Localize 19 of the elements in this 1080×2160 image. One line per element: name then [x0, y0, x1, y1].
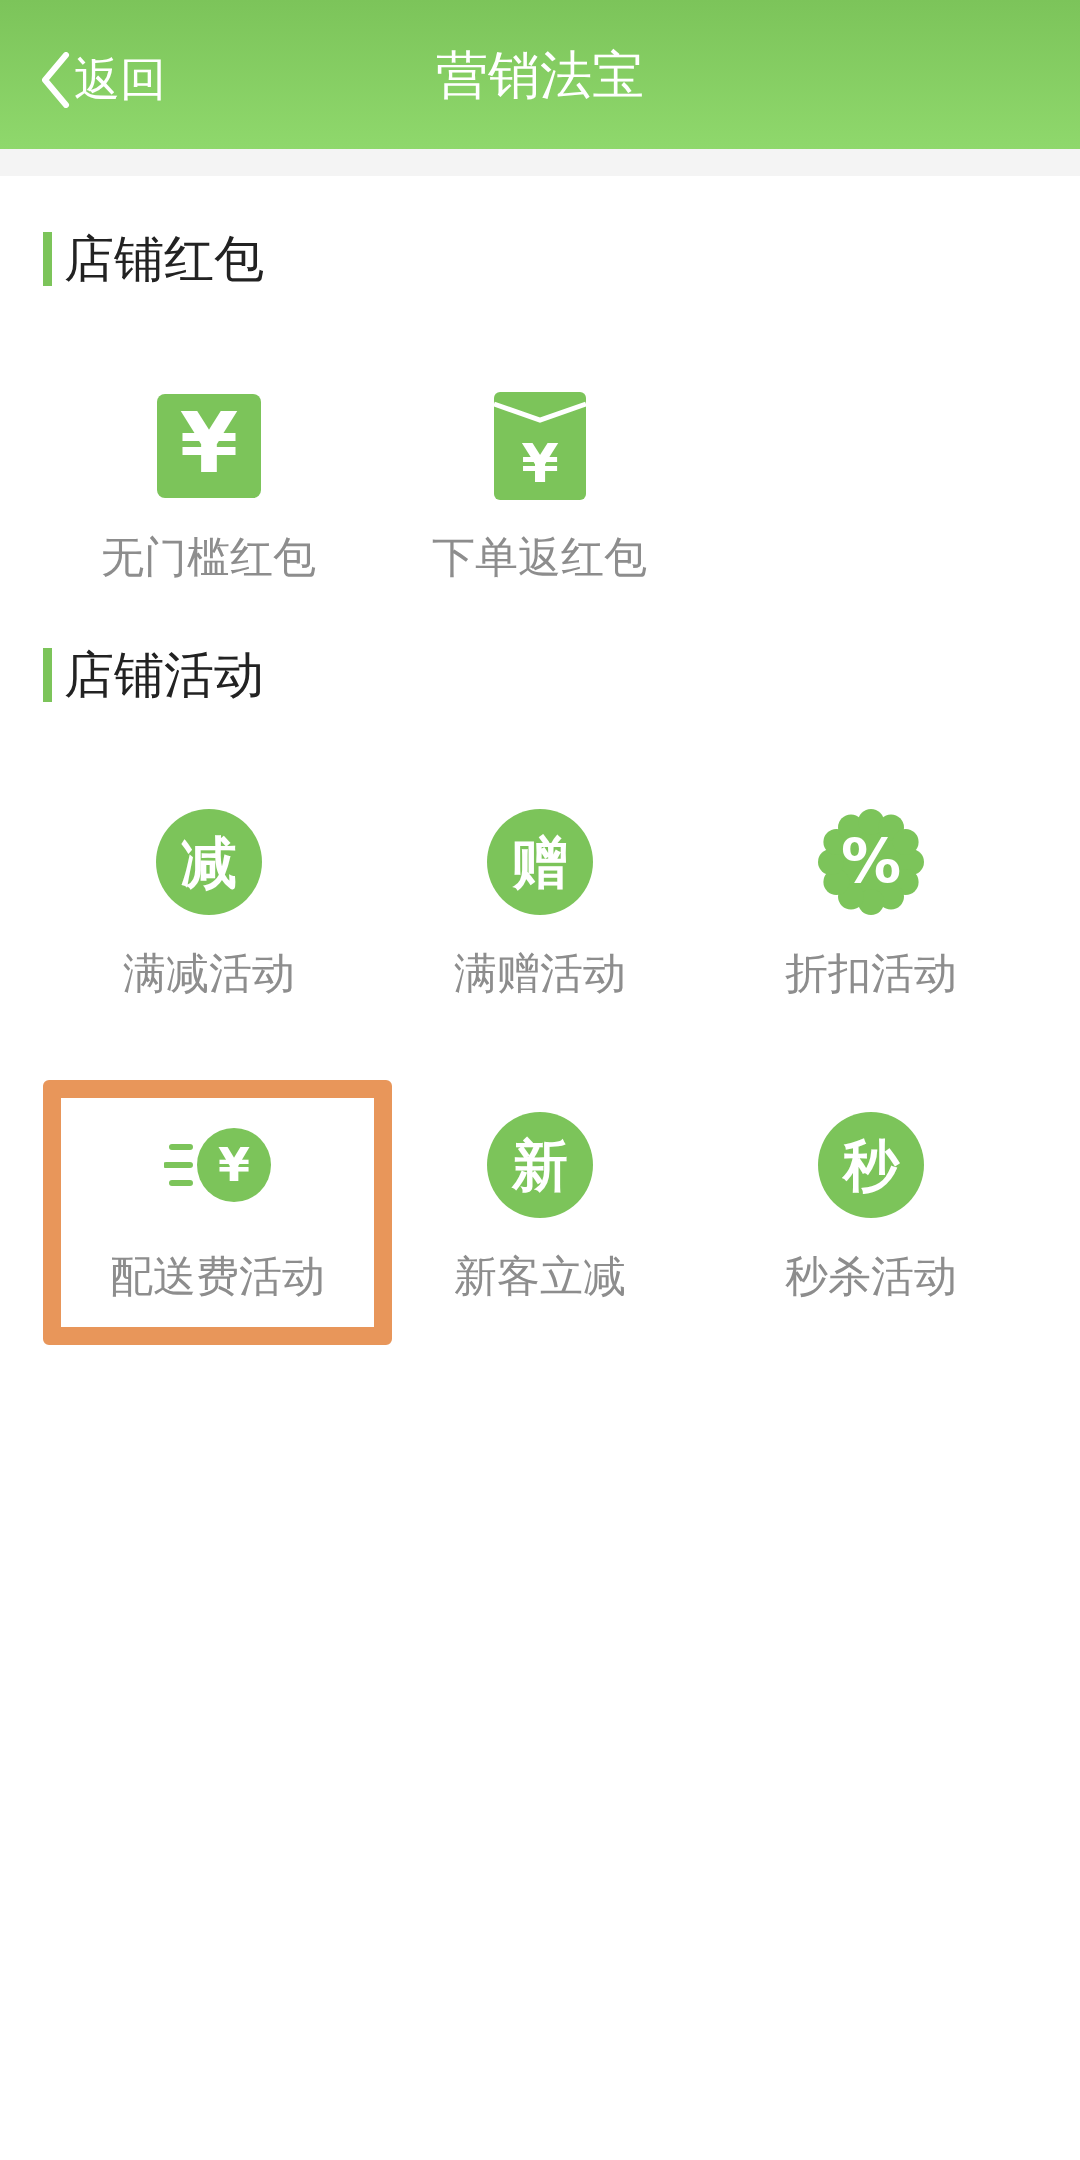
character-circle-icon: 新 [485, 1111, 594, 1219]
section-accent-bar [43, 232, 52, 286]
page-title: 营销法宝 [436, 43, 644, 107]
activity-item[interactable]: 秒 秒杀活动 [705, 1080, 1036, 1345]
activity-item[interactable]: ¥ 配送费活动 [43, 1080, 392, 1345]
back-icon [40, 51, 70, 108]
activity-item[interactable]: 减 满减活动 [43, 777, 374, 1042]
section-title: 店铺活动 [64, 644, 264, 706]
activity-item[interactable]: ¥ 无门槛红包 [43, 361, 374, 626]
section-title: 店铺红包 [64, 228, 264, 290]
character-circle-icon: 减 [154, 808, 263, 916]
character-circle-icon: 赠 [485, 808, 594, 916]
activity-item[interactable]: 赠 满赠活动 [374, 777, 705, 1042]
activity-item[interactable]: % 折扣活动 [705, 777, 1036, 1042]
back-button[interactable]: 返回 [40, 45, 166, 114]
activity-item[interactable]: ¥ 下单返红包 [374, 361, 705, 626]
character-circle-icon: 秒 [816, 1111, 925, 1219]
yen-tile-icon: ¥ [154, 392, 263, 500]
section-accent-bar [43, 648, 52, 702]
